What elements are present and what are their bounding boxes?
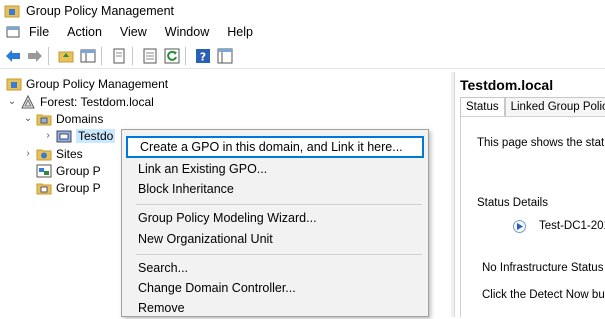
- svg-text:?: ?: [200, 50, 206, 63]
- detect-now-text: Click the Detect Now button: [482, 289, 605, 301]
- group-policy-app-icon: [4, 4, 20, 18]
- context-menu: Create a GPO in this domain, and Link it…: [121, 129, 429, 317]
- tree-item-forest[interactable]: ⌄ Forest: Testdom.local: [6, 93, 154, 110]
- details-title: Testdom.local: [460, 77, 554, 93]
- menu-window[interactable]: Window: [156, 22, 218, 42]
- sites-icon: [36, 147, 52, 161]
- gpm-root-icon: [6, 77, 22, 91]
- tree-label-forest: Forest: Testdom.local: [40, 94, 154, 109]
- ctx-search[interactable]: Search...: [126, 257, 424, 279]
- help-icon[interactable]: ?: [194, 47, 212, 65]
- tab-status[interactable]: Status: [460, 97, 505, 117]
- toolbar: ?: [0, 43, 605, 69]
- chevron-right-icon[interactable]: ›: [22, 148, 34, 160]
- up-folder-icon[interactable]: [57, 47, 75, 65]
- tree-label-root: Group Policy Management: [26, 76, 169, 91]
- tree-item-gp-modeling[interactable]: Group P: [34, 162, 101, 179]
- show-hide-tree-icon[interactable]: [79, 47, 97, 65]
- ctx-gp-modeling-wizard[interactable]: Group Policy Modeling Wizard...: [126, 207, 424, 229]
- chevron-down-icon[interactable]: ⌄: [6, 96, 18, 108]
- menu-separator: [136, 254, 422, 255]
- copy-icon[interactable]: [110, 47, 128, 65]
- window-title: Group Policy Management: [26, 4, 174, 18]
- status-details-heading: Status Details: [477, 197, 548, 209]
- toolbar-separator: [132, 46, 133, 65]
- tree-label-gp-results: Group P: [56, 180, 101, 195]
- ctx-block-inheritance[interactable]: Block Inheritance: [126, 178, 424, 200]
- tree-label-gp-modeling: Group P: [56, 163, 101, 178]
- domain-icon: [56, 129, 72, 143]
- help-topic-icon[interactable]: [216, 47, 234, 65]
- status-intro-text: This page shows the status o: [477, 137, 605, 149]
- tree-item-domain[interactable]: › Testdo: [42, 127, 116, 144]
- menu-file[interactable]: File: [20, 22, 58, 42]
- tab-linked-gpo[interactable]: Linked Group Policy O: [504, 97, 605, 117]
- gp-results-icon: [36, 181, 52, 195]
- no-infra-status-text: No Infrastructure Status info: [482, 262, 605, 274]
- ctx-link-existing-gpo[interactable]: Link an Existing GPO...: [126, 158, 424, 180]
- dc-name: Test-DC1-2016: [539, 220, 605, 232]
- mmc-console-icon[interactable]: [6, 25, 20, 39]
- tree-item-root[interactable]: Group Policy Management: [4, 75, 168, 92]
- tree-label-sites: Sites: [56, 146, 83, 161]
- ctx-new-ou[interactable]: New Organizational Unit: [126, 228, 424, 250]
- tree-item-gp-results[interactable]: Group P: [34, 179, 101, 196]
- ctx-change-dc[interactable]: Change Domain Controller...: [126, 277, 424, 299]
- title-bar: Group Policy Management: [0, 0, 605, 22]
- tree-item-domains[interactable]: ⌄ Domains: [22, 110, 104, 127]
- back-icon[interactable]: [4, 47, 22, 65]
- forest-icon: [20, 94, 36, 109]
- menu-help[interactable]: Help: [218, 22, 262, 42]
- menu-action[interactable]: Action: [58, 22, 111, 42]
- domains-folder-icon: [36, 112, 52, 126]
- toolbar-separator: [48, 46, 49, 65]
- forward-icon[interactable]: [26, 47, 44, 65]
- menu-separator: [136, 204, 422, 205]
- tree-item-sites[interactable]: › Sites: [22, 145, 83, 162]
- toolbar-separator: [185, 46, 186, 65]
- menu-bar: File Action View Window Help: [0, 22, 605, 42]
- expand-dc-icon[interactable]: [513, 220, 526, 233]
- tree-label-domains: Domains: [56, 111, 104, 126]
- properties-icon[interactable]: [141, 47, 159, 65]
- menu-view[interactable]: View: [111, 22, 156, 42]
- gp-modeling-icon: [36, 164, 52, 178]
- details-tabs: Status Linked Group Policy O: [460, 97, 605, 117]
- refresh-icon[interactable]: [163, 47, 181, 65]
- toolbar-separator: [101, 46, 102, 65]
- chevron-right-icon[interactable]: ›: [42, 130, 54, 142]
- ctx-remove[interactable]: Remove: [126, 297, 424, 319]
- chevron-down-icon[interactable]: ⌄: [22, 113, 34, 125]
- ctx-create-gpo-link[interactable]: Create a GPO in this domain, and Link it…: [126, 136, 424, 158]
- tree-label-domain: Testdo: [76, 128, 116, 143]
- details-pane: Testdom.local Status Linked Group Policy…: [454, 72, 605, 317]
